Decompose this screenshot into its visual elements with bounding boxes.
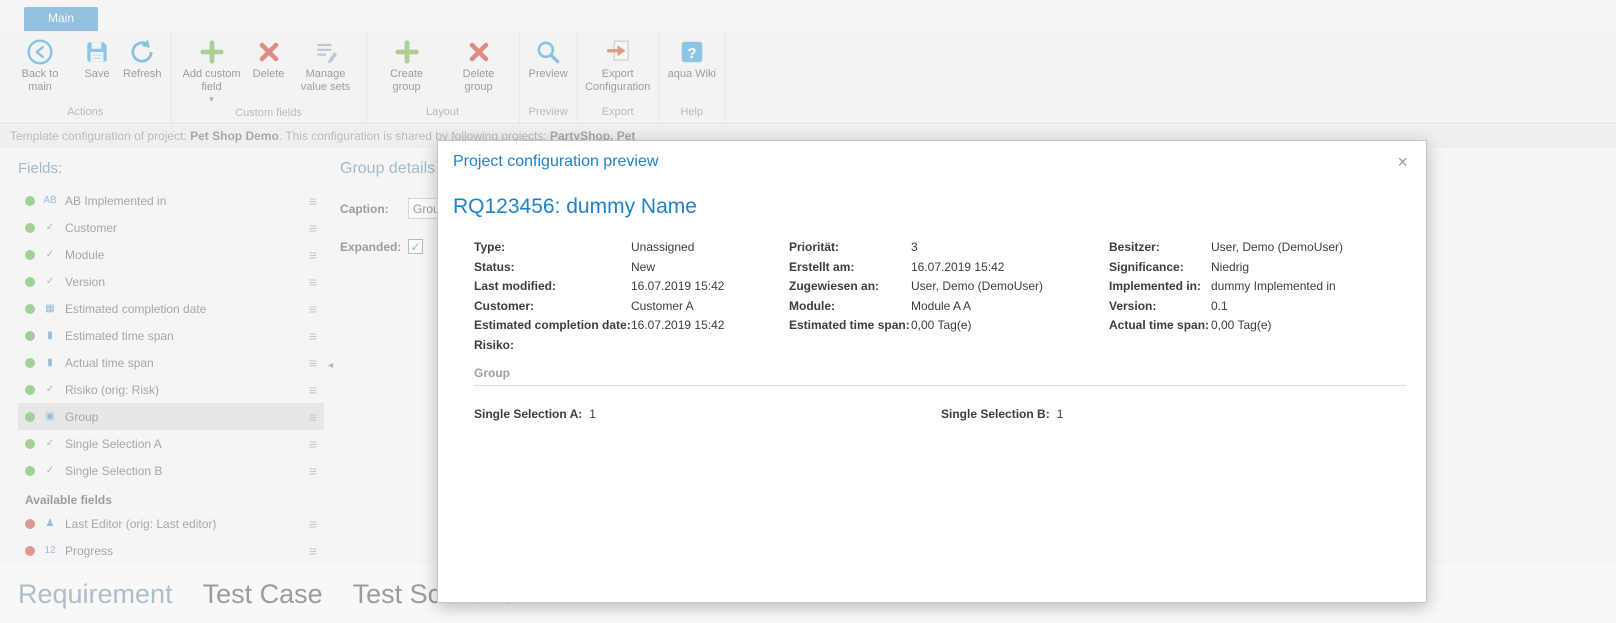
field-value: User, Demo (DemoUser) [911, 279, 1044, 293]
field-value: Niedrig [1211, 259, 1250, 274]
field-label: Implemented in: [1109, 279, 1202, 293]
field-label: Version: [1109, 298, 1157, 313]
field-label: Actual time span: [1109, 318, 1210, 332]
field-value: Unassigned [631, 240, 695, 254]
field-value: Module A A [911, 298, 972, 313]
group-section-label: Group [474, 366, 510, 380]
field-label: Zugewiesen an: [789, 279, 880, 293]
field-label: Estimated time span: [789, 318, 910, 332]
requirement-fields-grid: Type: Unassigned Priorität: 3 Besitzer: User,… [474, 238, 1406, 355]
field-label: Customer: [474, 298, 535, 313]
field-label: Last modified: [474, 279, 557, 293]
field-value: 0,00 Tag(e) [911, 318, 972, 332]
field-value: 0.1 [1211, 298, 1228, 313]
field-label: Single Selection B: [941, 407, 1050, 421]
field-value: dummy Implemented in [1211, 279, 1336, 293]
field-value: 16.07.2019 15:42 [631, 318, 725, 332]
field-value: 16.07.2019 15:42 [631, 279, 725, 293]
field-label [1109, 336, 1211, 356]
field-value: Customer A [631, 298, 694, 313]
field-label: Module: [789, 298, 835, 313]
field-label: Risiko: [474, 337, 515, 352]
field-value: 3 [911, 240, 918, 254]
group-section-grid: Single Selection A: 1 Single Selection B: 1 [474, 407, 1406, 421]
field-label: Type: [474, 240, 506, 254]
field-label: Priorität: [789, 240, 840, 254]
requirement-title: RQ123456: dummy Name [453, 195, 697, 218]
field-value: 0,00 Tag(e) [1211, 318, 1272, 332]
field-value [631, 336, 789, 356]
field-label: Single Selection A: [474, 407, 583, 421]
field-label: Status: [474, 259, 515, 274]
field-label: Significance: [1109, 259, 1184, 274]
field-value: 16.07.2019 15:42 [911, 259, 1005, 274]
field-label [789, 336, 911, 356]
field-value: 1 [1056, 407, 1064, 421]
field-label: Estimated completion date: [474, 318, 631, 332]
group-section-divider [474, 385, 1406, 386]
preview-modal: Project configuration preview × RQ123456… [437, 140, 1427, 603]
modal-header: Project configuration preview × [438, 141, 1426, 171]
close-icon[interactable]: × [1393, 153, 1412, 171]
section-field-single-selection-a: Single Selection A: 1 [474, 407, 941, 421]
field-value [911, 336, 1109, 356]
field-value: 1 [589, 407, 596, 421]
field-value: User, Demo (DemoUser) [1211, 240, 1344, 254]
field-value: New [631, 259, 656, 274]
section-field-single-selection-b: Single Selection B: 1 [941, 407, 1406, 421]
field-value [1211, 336, 1406, 356]
field-label: Besitzer: [1109, 240, 1160, 254]
field-label: Erstellt am: [789, 259, 855, 274]
modal-title: Project configuration preview [453, 153, 659, 170]
